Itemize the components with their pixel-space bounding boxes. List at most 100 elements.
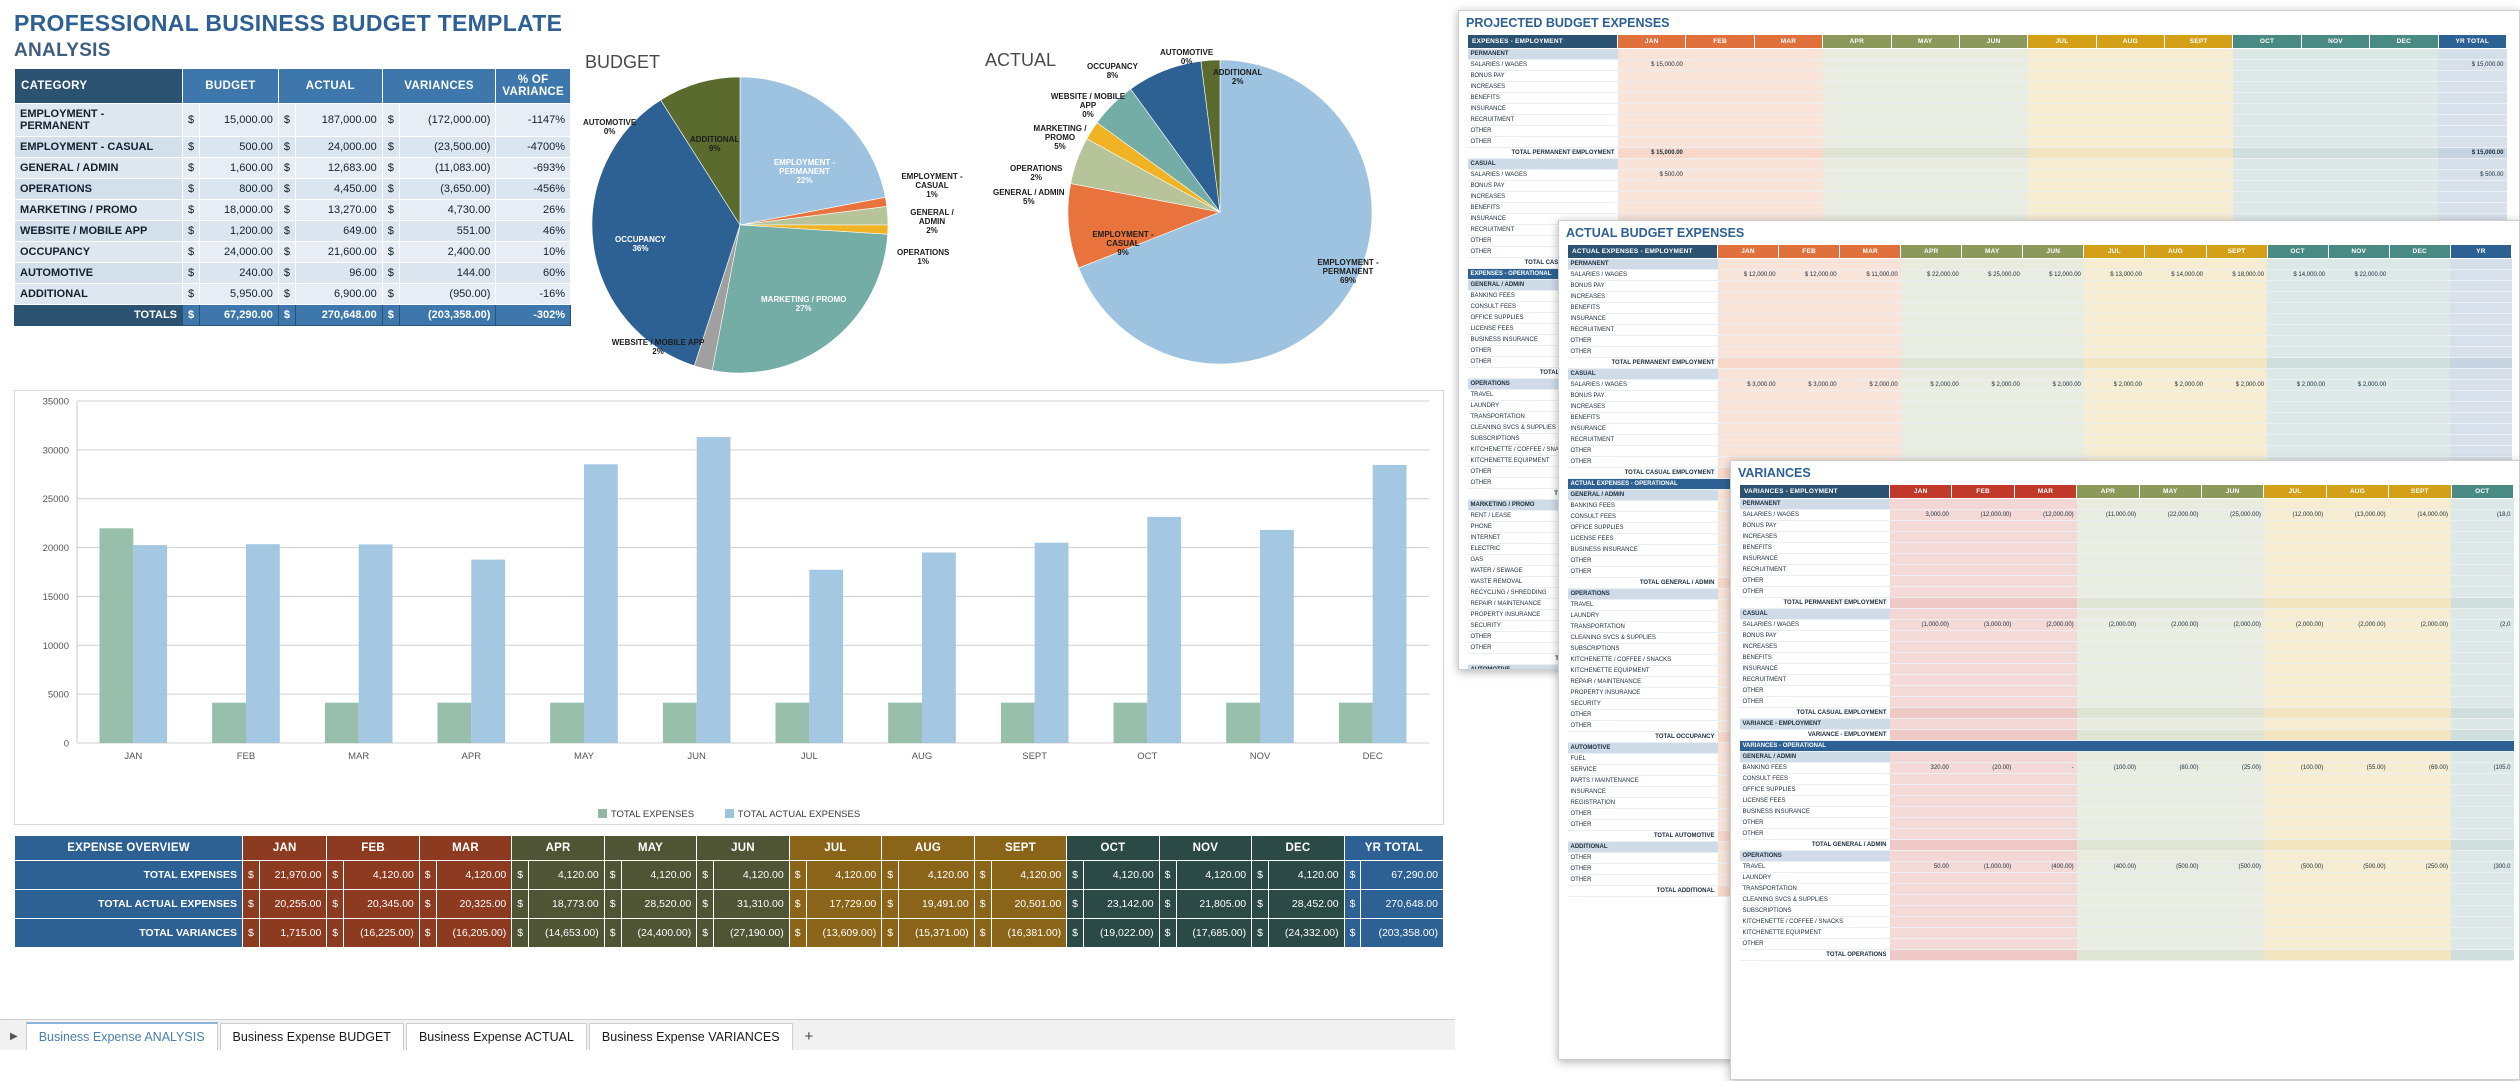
grid-cell[interactable] bbox=[1889, 652, 1952, 664]
grid-cell[interactable]: $ 2,000.00 bbox=[2022, 379, 2084, 391]
grid-cell[interactable]: 50.00 bbox=[1889, 861, 1952, 873]
grid-cell[interactable] bbox=[2096, 191, 2165, 203]
grid-cell[interactable] bbox=[1754, 180, 1823, 192]
grid-cell[interactable] bbox=[2326, 795, 2389, 807]
grid-cell[interactable] bbox=[2083, 434, 2145, 446]
grid-row[interactable]: BONUS PAY bbox=[1467, 180, 2507, 192]
grid-cell[interactable] bbox=[2451, 784, 2514, 796]
grid-row[interactable]: BENEFITS bbox=[1739, 652, 2514, 664]
grid-cell[interactable]: (25,000.00) bbox=[2201, 509, 2264, 521]
grid-cell[interactable] bbox=[2201, 663, 2264, 675]
grid-cell[interactable] bbox=[2027, 202, 2097, 214]
grid-row[interactable]: RECRUITMENT bbox=[1567, 324, 2512, 336]
grid-cell[interactable]: (12,000.00) bbox=[2014, 509, 2077, 521]
grid-cell[interactable] bbox=[1754, 169, 1823, 181]
grid-cell[interactable] bbox=[2164, 169, 2233, 181]
grid-cell[interactable] bbox=[2164, 191, 2233, 203]
grid-row[interactable]: BENEFITS bbox=[1467, 92, 2507, 104]
grid-cell[interactable] bbox=[2389, 258, 2451, 270]
grid-cell[interactable] bbox=[2328, 368, 2390, 380]
grid-cell[interactable] bbox=[2201, 586, 2264, 598]
grid-cell[interactable] bbox=[2450, 412, 2512, 424]
grid-cell[interactable]: (100.00) bbox=[2076, 762, 2140, 774]
grid-cell[interactable] bbox=[2369, 136, 2438, 148]
grid-cell[interactable] bbox=[2201, 817, 2264, 829]
grid-cell[interactable] bbox=[1961, 401, 2023, 413]
grid-cell[interactable]: $ 12,000.00 bbox=[1778, 269, 1840, 281]
grid-cell[interactable]: (25.00) bbox=[2201, 762, 2264, 774]
grid-cell[interactable] bbox=[1778, 412, 1840, 424]
grid-cell[interactable] bbox=[2267, 258, 2329, 270]
grid-cell[interactable] bbox=[2144, 412, 2206, 424]
grid-cell[interactable] bbox=[2139, 531, 2202, 543]
grid-cell[interactable] bbox=[1754, 103, 1823, 115]
grid-cell[interactable] bbox=[2451, 641, 2514, 653]
grid-cell[interactable] bbox=[2328, 390, 2390, 402]
grid-cell[interactable] bbox=[1900, 368, 1962, 380]
grid-cell[interactable] bbox=[1900, 324, 1962, 336]
grid-cell[interactable] bbox=[1959, 191, 2028, 203]
grid-cell[interactable] bbox=[2388, 520, 2452, 532]
grid-cell[interactable] bbox=[2450, 423, 2512, 435]
grid-cell[interactable] bbox=[2027, 48, 2097, 60]
grid-cell[interactable] bbox=[2451, 674, 2514, 686]
grid-cell[interactable] bbox=[2369, 114, 2438, 126]
grid-cell[interactable] bbox=[2326, 817, 2389, 829]
grid-cell[interactable] bbox=[2201, 883, 2264, 895]
grid-cell[interactable] bbox=[1889, 696, 1952, 708]
grid-cell[interactable] bbox=[2388, 872, 2452, 884]
grid-cell[interactable]: (69.00) bbox=[2388, 762, 2452, 774]
grid-cell[interactable] bbox=[1891, 202, 1960, 214]
grid-cell[interactable] bbox=[2139, 927, 2202, 939]
grid-cell[interactable] bbox=[2326, 641, 2389, 653]
grid-cell[interactable] bbox=[2326, 718, 2389, 730]
grid-cell[interactable] bbox=[2027, 136, 2097, 148]
grid-cell[interactable] bbox=[2267, 445, 2329, 457]
grid-cell[interactable] bbox=[2206, 302, 2268, 314]
grid-cell[interactable] bbox=[1839, 280, 1901, 292]
grid-row[interactable]: OTHER bbox=[1467, 125, 2507, 137]
grid-cell[interactable]: (300.0 bbox=[2451, 861, 2514, 873]
grid-cell[interactable] bbox=[1685, 114, 1755, 126]
grid-cell[interactable] bbox=[2076, 806, 2140, 818]
grid-cell[interactable] bbox=[2388, 685, 2452, 697]
grid-cell[interactable] bbox=[1717, 412, 1779, 424]
grid-cell[interactable] bbox=[2139, 806, 2202, 818]
grid-cell[interactable] bbox=[2164, 59, 2233, 71]
grid-cell[interactable] bbox=[1900, 423, 1962, 435]
grid-cell[interactable] bbox=[2139, 630, 2202, 642]
grid-cell[interactable] bbox=[1900, 346, 1962, 358]
grid-cell[interactable] bbox=[1951, 696, 2015, 708]
grid-cell[interactable] bbox=[1754, 158, 1823, 170]
grid-cell[interactable] bbox=[1900, 401, 1962, 413]
grid-cell[interactable] bbox=[1717, 291, 1779, 303]
grid-cell[interactable] bbox=[2139, 586, 2202, 598]
grid-cell[interactable] bbox=[2083, 280, 2145, 292]
grid-cell[interactable] bbox=[2326, 883, 2389, 895]
grid-cell[interactable] bbox=[1961, 346, 2023, 358]
grid-cell[interactable] bbox=[2389, 335, 2451, 347]
grid-cell[interactable] bbox=[2438, 158, 2507, 170]
grid-cell[interactable] bbox=[2014, 608, 2077, 620]
grid-cell[interactable] bbox=[2076, 520, 2140, 532]
grid-cell[interactable] bbox=[2201, 828, 2264, 840]
grid-cell[interactable] bbox=[1961, 324, 2023, 336]
grid-cell[interactable] bbox=[2201, 696, 2264, 708]
grid-cell[interactable] bbox=[2232, 48, 2302, 60]
grid-cell[interactable] bbox=[2232, 92, 2302, 104]
grid-cell[interactable] bbox=[2206, 346, 2268, 358]
grid-cell[interactable] bbox=[1839, 302, 1901, 314]
grid-cell[interactable] bbox=[2450, 390, 2512, 402]
grid-cell[interactable] bbox=[2014, 872, 2077, 884]
grid-cell[interactable] bbox=[1891, 191, 1960, 203]
grid-cell[interactable] bbox=[1889, 773, 1952, 785]
grid-cell[interactable] bbox=[1754, 136, 1823, 148]
grid-cell[interactable] bbox=[2232, 136, 2302, 148]
grid-cell[interactable] bbox=[2451, 663, 2514, 675]
grid-cell[interactable] bbox=[2076, 564, 2140, 576]
grid-cell[interactable] bbox=[2096, 180, 2165, 192]
grid-cell[interactable] bbox=[2267, 434, 2329, 446]
grid-row[interactable]: OTHER bbox=[1739, 817, 2514, 829]
grid-row[interactable]: INCREASES bbox=[1739, 641, 2514, 653]
grid-cell[interactable] bbox=[2438, 136, 2507, 148]
